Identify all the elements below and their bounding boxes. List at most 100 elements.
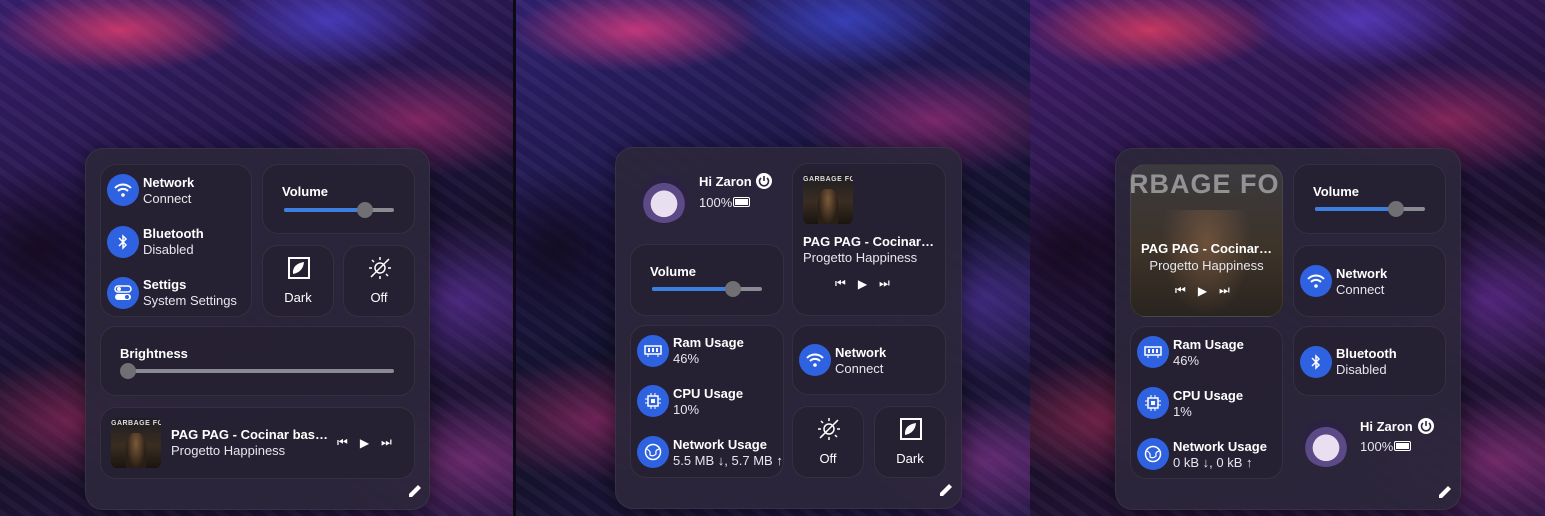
user-greeting: Hi Zaron: [699, 174, 752, 189]
user-card: Hi Zaron 100%: [630, 163, 784, 233]
album-art: GARBAGE FOOD: [803, 174, 853, 224]
quick-settings-panel: Hi Zaron 100% GARBAGE FOOD PAG PAG - Coc…: [615, 147, 962, 509]
night-light-button[interactable]: Off: [343, 245, 415, 317]
play-icon[interactable]: ▶: [858, 277, 867, 291]
avatar: [640, 175, 688, 223]
sun-off-icon: [368, 256, 392, 285]
bluetooth-status: Disabled: [1336, 362, 1387, 377]
toggle-icon: [107, 277, 139, 309]
system-monitor-card: Ram Usage 46% CPU Usage 10% Network Usag…: [630, 325, 784, 478]
network-status: Connect: [835, 361, 884, 376]
screenshot-2: Hi Zaron 100% GARBAGE FOOD PAG PAG - Coc…: [516, 0, 1030, 516]
cpu-icon: [1137, 387, 1169, 419]
network-toggle[interactable]: Network Connect: [1293, 245, 1446, 317]
ram-title: Ram Usage: [673, 335, 744, 350]
brightness-slider[interactable]: [120, 363, 394, 379]
quick-settings-panel: RBAGE FO PAG PAG - Cocinar… Progetto Hap…: [1115, 148, 1461, 510]
network-status: Connect: [143, 191, 192, 206]
volume-knob[interactable]: [357, 202, 374, 218]
bluetooth-title: Bluetooth: [1336, 346, 1397, 361]
dark-mode-button[interactable]: Dark: [874, 406, 946, 478]
previous-icon[interactable]: ⏮: [337, 435, 348, 450]
album-background-text: RBAGE FO: [1130, 169, 1280, 199]
globe-icon: [637, 436, 669, 468]
volume-fill: [1315, 207, 1397, 211]
bluetooth-icon: [107, 226, 139, 258]
bluetooth-status: Disabled: [143, 242, 194, 257]
volume-knob[interactable]: [1388, 201, 1405, 217]
power-icon[interactable]: [1418, 418, 1434, 434]
song-artist: Progetto Happiness: [803, 250, 918, 265]
screenshot-3: RBAGE FO PAG PAG - Cocinar… Progetto Hap…: [1030, 0, 1545, 516]
network-usage-title: Network Usage: [1173, 439, 1267, 454]
user-greeting: Hi Zaron: [1360, 419, 1413, 434]
song-artist: Progetto Happiness: [1149, 258, 1264, 273]
volume-fill: [652, 287, 734, 291]
song-title: PAG PAG - Cocinar…: [803, 234, 934, 249]
wifi-icon: [799, 344, 831, 376]
system-monitor-card: Ram Usage 46% CPU Usage 1% Network Usage…: [1130, 326, 1283, 479]
toggles-card: Network Connect Bluetooth Disabled Setti…: [100, 164, 252, 317]
bluetooth-icon: [1300, 346, 1332, 378]
cpu-title: CPU Usage: [1173, 388, 1244, 403]
bluetooth-toggle[interactable]: Bluetooth Disabled: [101, 215, 253, 265]
dark-label: Dark: [284, 290, 312, 305]
edit-icon[interactable]: [407, 483, 423, 499]
settings-title: Settigs: [143, 277, 187, 292]
settings-subtitle: System Settings: [143, 293, 237, 308]
next-icon[interactable]: ⏭: [381, 435, 392, 450]
ram-title: Ram Usage: [1173, 337, 1244, 352]
next-icon[interactable]: ⏭: [1219, 283, 1230, 298]
next-icon[interactable]: ⏭: [879, 276, 890, 291]
power-icon[interactable]: [756, 173, 772, 189]
memory-icon: [1137, 336, 1169, 368]
cpu-value: 1%: [1173, 404, 1192, 419]
settings-toggle[interactable]: Settigs System Settings: [101, 265, 253, 317]
brightness-label: Brightness: [120, 346, 188, 361]
quick-settings-panel: Network Connect Bluetooth Disabled Setti…: [85, 148, 430, 510]
wifi-icon: [1300, 265, 1332, 297]
previous-icon[interactable]: ⏮: [835, 276, 846, 291]
album-title-text: GARBAGE FOOD: [803, 176, 853, 183]
volume-knob[interactable]: [725, 281, 742, 297]
edit-icon[interactable]: [1437, 484, 1453, 500]
volume-card: Volume: [262, 164, 415, 234]
volume-fill: [284, 208, 366, 212]
play-icon[interactable]: ▶: [360, 436, 369, 450]
network-toggle[interactable]: Network Connect: [101, 165, 253, 215]
network-usage-title: Network Usage: [673, 437, 767, 452]
night-light-button[interactable]: Off: [792, 406, 864, 478]
album-title-text: GARBAGE FOOD: [111, 420, 161, 427]
network-toggle[interactable]: Network Connect: [792, 325, 946, 395]
dark-mode-button[interactable]: Dark: [262, 245, 334, 317]
song-artist: Progetto Happiness: [171, 443, 286, 458]
edit-icon[interactable]: [938, 482, 954, 498]
volume-card: Volume: [1293, 164, 1446, 234]
contrast-icon: [287, 256, 311, 285]
user-card: Hi Zaron 100%: [1293, 407, 1446, 479]
ram-value: 46%: [673, 351, 700, 366]
cpu-title: CPU Usage: [673, 386, 744, 401]
volume-slider[interactable]: [284, 202, 394, 218]
contrast-icon: [899, 417, 923, 446]
volume-slider[interactable]: [652, 281, 762, 297]
network-status: Connect: [1336, 282, 1385, 297]
song-title: PAG PAG - Cocinar bas…: [171, 427, 328, 442]
wifi-icon: [107, 174, 139, 206]
network-usage-value: 5.5 MB ↓, 5.7 MB ↑: [673, 453, 783, 468]
network-title: Network: [835, 345, 887, 360]
previous-icon[interactable]: ⏮: [1175, 283, 1186, 298]
memory-icon: [637, 335, 669, 367]
bluetooth-toggle[interactable]: Bluetooth Disabled: [1293, 326, 1446, 396]
battery-level: 100%: [699, 195, 733, 210]
brightness-knob[interactable]: [120, 363, 136, 379]
bluetooth-title: Bluetooth: [143, 226, 204, 241]
off-label: Off: [370, 290, 388, 305]
battery-icon: [1394, 441, 1411, 451]
battery-level: 100%: [1360, 439, 1394, 454]
play-icon[interactable]: ▶: [1198, 284, 1207, 298]
network-usage-value: 0 kB ↓, 0 kB ↑: [1173, 455, 1253, 470]
volume-card: Volume: [630, 244, 784, 316]
volume-slider[interactable]: [1315, 201, 1425, 217]
media-player-card: RBAGE FO PAG PAG - Cocinar… Progetto Hap…: [1130, 164, 1283, 317]
